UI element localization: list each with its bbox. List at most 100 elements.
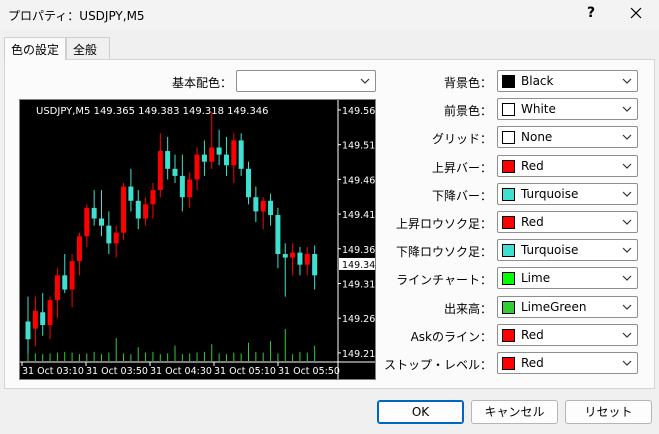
x-tick-label: 31 Oct 05:10 <box>214 366 276 377</box>
candle-body <box>268 200 274 215</box>
candle-body <box>62 275 68 290</box>
cancel-button[interactable]: キャンセル <box>471 400 558 424</box>
current-price-label: 149.346 <box>342 260 375 271</box>
candle-body <box>282 254 288 258</box>
reset-button[interactable]: リセット <box>565 400 652 424</box>
property-value: Red <box>521 356 544 370</box>
chevron-down-icon <box>622 332 632 338</box>
x-tick-label: 31 Oct 03:10 <box>22 366 84 377</box>
color-swatch <box>502 160 515 173</box>
property-label: Askのライン： <box>410 330 492 344</box>
tab-general[interactable]: 全般 <box>66 37 110 59</box>
candle-body <box>143 204 149 219</box>
ok-button[interactable]: OK <box>377 400 464 424</box>
y-tick-label: 149.360 <box>342 245 375 256</box>
candle-body <box>32 310 38 329</box>
property-color-select[interactable]: Lime <box>497 267 638 289</box>
candle-body <box>304 254 310 265</box>
color-swatch <box>502 131 515 144</box>
property-color-select[interactable]: Turquoise <box>497 239 638 261</box>
candle-body <box>201 154 207 162</box>
property-label: 上昇ロウソク足： <box>395 217 492 231</box>
candle-body <box>157 151 163 191</box>
property-color-select[interactable]: Turquoise <box>497 183 638 205</box>
color-swatch <box>502 244 515 257</box>
window-title: プロパティ：USDJPY,M5 <box>8 9 145 23</box>
close-icon[interactable] <box>626 3 646 23</box>
property-value: Red <box>521 328 544 342</box>
candle-body <box>172 168 178 176</box>
candle-body <box>223 154 229 166</box>
property-value: Lime <box>521 271 551 285</box>
color-swatch <box>502 357 515 370</box>
candle-body <box>165 151 171 169</box>
candle-body <box>246 168 251 198</box>
property-color-select[interactable]: White <box>497 98 638 120</box>
candle-body <box>209 147 215 162</box>
color-swatch <box>502 75 515 88</box>
property-label: ラインチャート： <box>396 273 492 287</box>
chevron-down-icon <box>622 360 632 366</box>
property-color-select[interactable]: Black <box>497 70 638 92</box>
y-tick-label: 149.560 <box>342 106 375 117</box>
property-value: White <box>521 102 556 116</box>
candle-body <box>25 321 31 340</box>
tab-color-settings[interactable]: 色の設定 <box>4 37 66 60</box>
property-color-select[interactable]: LimeGreen <box>497 296 638 318</box>
chart-header: USDJPY,M5 149.365 149.383 149.318 149.34… <box>36 106 269 117</box>
scheme-label: 基本配色： <box>171 76 232 90</box>
property-color-select[interactable]: Red <box>497 352 638 374</box>
property-color-select[interactable]: Red <box>497 324 638 346</box>
candle-body <box>106 225 112 244</box>
chevron-down-icon <box>622 304 632 310</box>
candle-body <box>312 254 318 276</box>
candle-body <box>179 175 185 198</box>
help-button[interactable]: ? <box>584 5 598 21</box>
property-label: ストップ・レベル： <box>383 358 492 372</box>
color-swatch <box>502 301 515 314</box>
title-bar: プロパティ：USDJPY,M5 ? <box>0 0 659 30</box>
property-label: 出来高： <box>443 302 492 316</box>
property-label: 背景色： <box>443 76 492 90</box>
color-swatch <box>502 103 515 116</box>
candle-body <box>47 300 53 326</box>
candle-body <box>40 312 46 326</box>
candle-body <box>135 200 141 219</box>
property-value: Turquoise <box>521 187 579 201</box>
y-tick-label: 149.215 <box>342 349 375 360</box>
chevron-down-icon <box>622 106 632 112</box>
property-label: 前景色： <box>443 104 492 118</box>
chevron-down-icon <box>622 275 632 281</box>
chevron-down-icon <box>622 163 632 169</box>
color-swatch <box>502 329 515 342</box>
candle-body <box>84 207 90 237</box>
property-color-select[interactable]: None <box>497 126 638 148</box>
y-tick-label: 149.510 <box>342 141 375 152</box>
property-value: None <box>521 130 553 144</box>
candle-body <box>275 214 281 255</box>
candle-body <box>194 154 200 180</box>
candle-body <box>69 261 75 290</box>
chevron-down-icon <box>622 219 632 225</box>
chevron-down-icon <box>360 78 370 84</box>
property-color-select[interactable]: Red <box>497 211 638 233</box>
property-value: Red <box>521 159 544 173</box>
candle-body <box>54 275 60 301</box>
candle-body <box>290 252 296 258</box>
chevron-down-icon <box>622 247 632 253</box>
property-color-select[interactable]: Red <box>497 155 638 177</box>
property-value: Turquoise <box>521 243 579 257</box>
candle-body <box>150 190 156 205</box>
candle-body <box>121 186 127 233</box>
x-tick-label: 31 Oct 03:50 <box>86 366 148 377</box>
chevron-down-icon <box>622 191 632 197</box>
candle-body <box>187 179 193 198</box>
property-label: グリッド： <box>431 132 492 146</box>
chevron-down-icon <box>622 134 632 140</box>
chart-canvas: USDJPY,M5 149.365 149.383 149.318 149.34… <box>20 100 375 379</box>
candle-body <box>260 200 266 212</box>
candle-body <box>231 140 237 166</box>
property-value: Red <box>521 215 544 229</box>
chevron-down-icon <box>622 78 632 84</box>
scheme-select[interactable] <box>236 70 376 92</box>
